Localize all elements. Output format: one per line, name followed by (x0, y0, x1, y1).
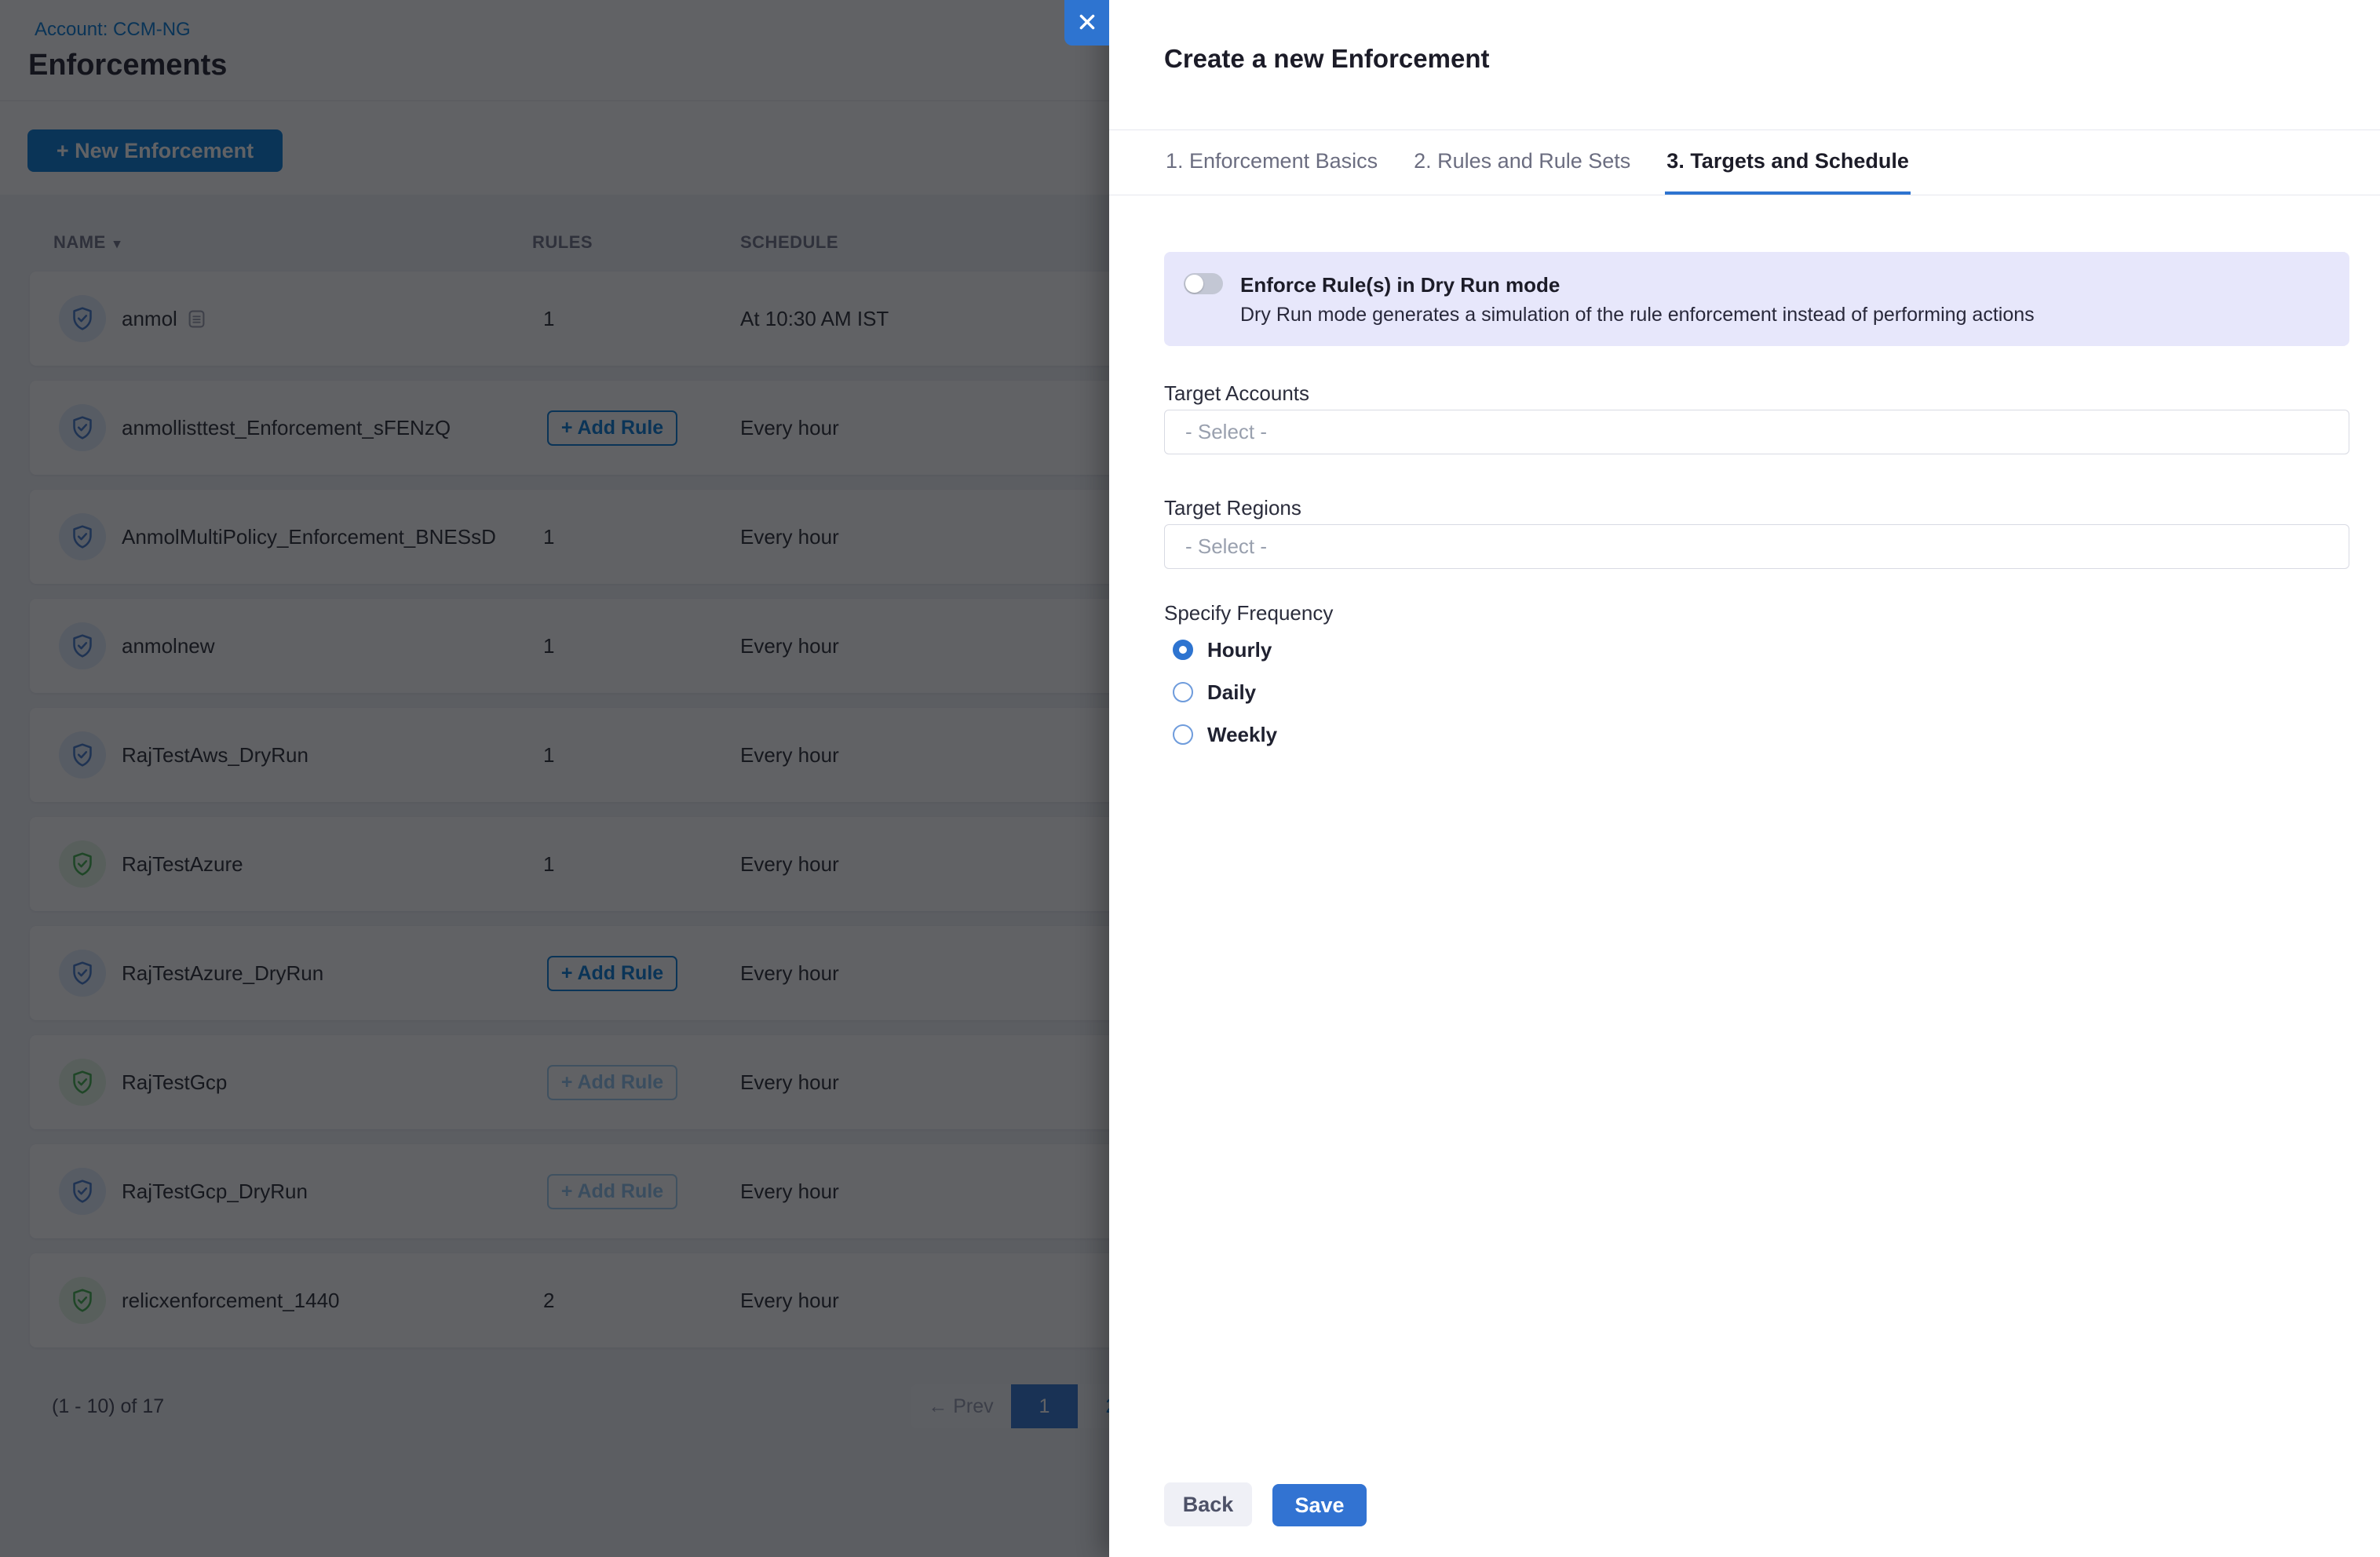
save-button[interactable]: Save (1272, 1484, 1367, 1526)
target-regions-label: Target Regions (1164, 496, 1301, 520)
frequency-option-daily[interactable]: Daily (1173, 681, 1256, 703)
close-button[interactable] (1064, 0, 1109, 46)
frequency-option-weekly[interactable]: Weekly (1173, 724, 1277, 746)
radio-icon[interactable] (1173, 724, 1193, 745)
tab-rules-and-rule-sets[interactable]: 2. Rules and Rule Sets (1412, 130, 1632, 195)
target-accounts-placeholder: - Select - (1185, 420, 1267, 444)
close-icon (1077, 12, 1097, 35)
wizard-tabs: 1. Enforcement Basics 2. Rules and Rule … (1109, 129, 2380, 195)
radio-icon[interactable] (1173, 640, 1193, 660)
radio-icon[interactable] (1173, 682, 1193, 702)
back-button[interactable]: Back (1164, 1482, 1252, 1526)
dry-run-label: Enforce Rule(s) in Dry Run mode (1240, 273, 1560, 297)
dry-run-description: Dry Run mode generates a simulation of t… (1240, 304, 2035, 326)
tab-enforcement-basics[interactable]: 1. Enforcement Basics (1164, 130, 1379, 195)
dry-run-toggle[interactable] (1184, 273, 1223, 294)
target-regions-select[interactable]: - Select - (1164, 524, 2349, 569)
target-regions-placeholder: - Select - (1185, 534, 1267, 559)
drawer-title: Create a new Enforcement (1164, 44, 1489, 74)
target-accounts-label: Target Accounts (1164, 381, 1309, 406)
create-enforcement-drawer: Create a new Enforcement 1. Enforcement … (1109, 0, 2380, 1557)
toggle-knob (1185, 275, 1203, 293)
tab-targets-and-schedule[interactable]: 3. Targets and Schedule (1665, 130, 1911, 195)
target-accounts-select[interactable]: - Select - (1164, 410, 2349, 454)
frequency-option-hourly[interactable]: Hourly (1173, 639, 1272, 661)
dry-run-banner: Enforce Rule(s) in Dry Run mode Dry Run … (1164, 252, 2349, 346)
specify-frequency-label: Specify Frequency (1164, 601, 1333, 625)
screen: Account: CCM-NG Enforcements + New Enfor… (0, 0, 2380, 1557)
